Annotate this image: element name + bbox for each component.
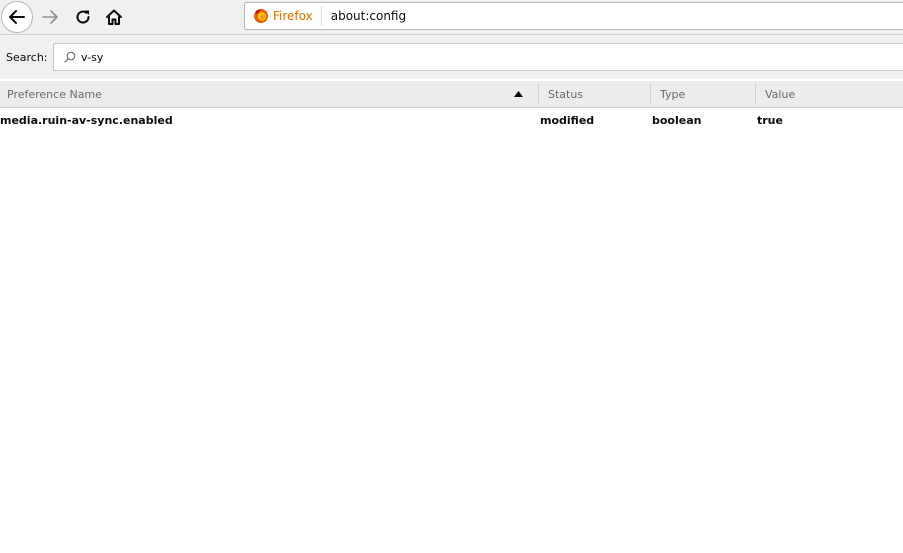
magnifier-icon bbox=[64, 51, 76, 63]
table-row[interactable]: media.ruin-av-sync.enabled modified bool… bbox=[0, 109, 903, 133]
column-separator[interactable] bbox=[538, 84, 539, 104]
search-value: v-sy bbox=[81, 51, 104, 64]
firefox-logo-icon bbox=[253, 8, 269, 24]
address-bar[interactable]: Firefox about:config bbox=[244, 2, 903, 30]
column-header-value[interactable]: Value bbox=[765, 88, 795, 101]
home-icon bbox=[106, 9, 122, 25]
column-header-type[interactable]: Type bbox=[660, 88, 685, 101]
url-text: about:config bbox=[330, 9, 407, 23]
column-header-preference-name[interactable]: Preference Name bbox=[7, 88, 102, 101]
forward-button[interactable] bbox=[34, 1, 66, 33]
search-input[interactable]: v-sy bbox=[53, 43, 903, 71]
back-arrow-icon bbox=[9, 10, 25, 24]
column-header-status[interactable]: Status bbox=[548, 88, 583, 101]
cell-value: true bbox=[757, 114, 783, 127]
reload-button[interactable] bbox=[67, 1, 99, 33]
cell-status: modified bbox=[540, 114, 595, 127]
identity-box[interactable]: Firefox bbox=[245, 6, 322, 26]
sort-ascending-icon bbox=[514, 91, 523, 97]
search-row: Search: v-sy bbox=[0, 35, 903, 79]
home-button[interactable] bbox=[98, 1, 130, 33]
table-header: Preference Name Status Type Value bbox=[0, 81, 903, 108]
back-button[interactable] bbox=[1, 1, 33, 33]
column-separator[interactable] bbox=[755, 84, 756, 104]
identity-label: Firefox bbox=[273, 9, 313, 23]
forward-arrow-icon bbox=[42, 10, 58, 24]
cell-type: boolean bbox=[652, 114, 702, 127]
navigation-toolbar: Firefox about:config bbox=[0, 0, 903, 35]
cell-preference-name: media.ruin-av-sync.enabled bbox=[0, 114, 173, 127]
search-label: Search: bbox=[6, 51, 48, 64]
column-separator[interactable] bbox=[650, 84, 651, 104]
reload-icon bbox=[76, 10, 90, 24]
